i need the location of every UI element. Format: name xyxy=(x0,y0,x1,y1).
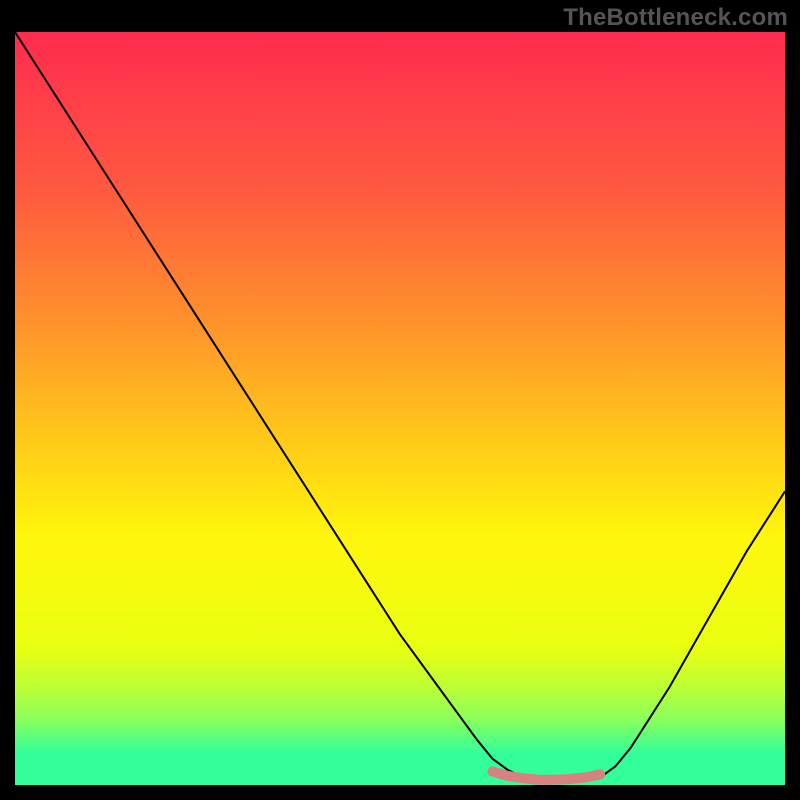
watermark-label: TheBottleneck.com xyxy=(563,4,788,32)
chart-svg xyxy=(15,32,785,785)
gradient-background xyxy=(15,32,785,785)
plot-area xyxy=(15,32,785,785)
chart-frame: TheBottleneck.com xyxy=(0,0,800,800)
